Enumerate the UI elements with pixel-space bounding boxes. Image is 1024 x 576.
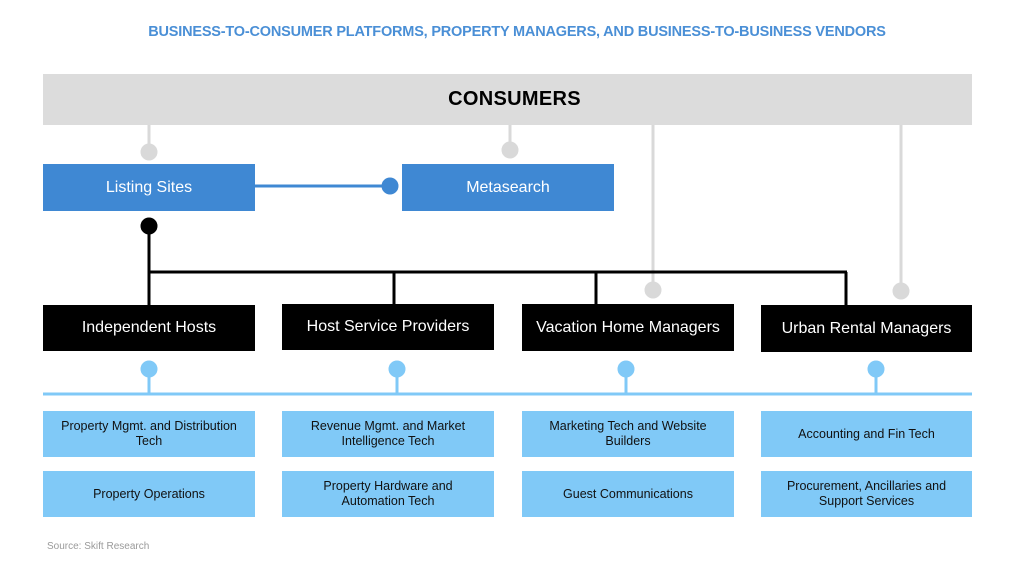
host-label: Vacation Home Managers: [536, 318, 720, 336]
vendor-box: Procurement, Ancillaries and Support Ser…: [761, 471, 972, 517]
metasearch-label: Metasearch: [466, 178, 550, 196]
connector-dot: [140, 360, 158, 378]
vendor-box: Revenue Mgmt. and Market Intelligence Te…: [282, 411, 494, 457]
vendor-box: Property Mgmt. and Distribution Tech: [43, 411, 255, 457]
vendor-label: Revenue Mgmt. and Market Intelligence Te…: [310, 419, 466, 448]
consumers-bar: CONSUMERS: [43, 74, 972, 125]
connector-dot: [617, 360, 635, 378]
vendor-label: Property Operations: [93, 486, 205, 501]
host-label: Independent Hosts: [81, 319, 217, 336]
vendor-box: Property Operations: [43, 471, 255, 517]
vendor-label: Guest Communications: [563, 486, 693, 501]
connector-dot: [644, 281, 662, 299]
vendor-label: Marketing Tech and Website Builders: [549, 419, 707, 448]
diagram-title: BUSINESS-TO-CONSUMER PLATFORMS, PROPERTY…: [148, 24, 886, 40]
listing-hosts-connector: [140, 217, 848, 305]
connector-dot: [140, 143, 158, 161]
host-label: Urban Rental Managers: [781, 319, 952, 337]
connector-dot: [501, 141, 519, 159]
connector-dot: [892, 282, 910, 300]
vendor-box: Accounting and Fin Tech: [761, 411, 972, 457]
urban-rental-managers-box: Urban Rental Managers: [761, 305, 972, 352]
vendor-box: Property Hardware and Automation Tech: [282, 471, 494, 517]
vacation-home-managers-box: Vacation Home Managers: [522, 304, 734, 351]
metasearch-box: Metasearch: [402, 164, 614, 211]
vendor-box: Marketing Tech and Website Builders: [522, 411, 734, 457]
vendor-connectors: [43, 360, 972, 396]
connector-dot: [867, 360, 885, 378]
vendor-label: Procurement, Ancillaries and Support Ser…: [786, 479, 947, 508]
host-label: Host Service Providers: [306, 318, 470, 335]
connector-dot: [381, 177, 399, 195]
listing-sites-box: Listing Sites: [43, 164, 255, 211]
host-service-providers-box: Host Service Providers: [282, 304, 494, 350]
listing-metasearch-connector: [255, 177, 399, 195]
vendor-label: Property Hardware and Automation Tech: [323, 479, 453, 508]
vendor-label: Property Mgmt. and Distribution Tech: [61, 419, 237, 448]
vendor-label: Accounting and Fin Tech: [798, 426, 935, 441]
listing-sites-label: Listing Sites: [105, 178, 193, 196]
independent-hosts-box: Independent Hosts: [43, 305, 255, 351]
vendor-box: Guest Communications: [522, 471, 734, 517]
connector-dot: [388, 360, 406, 378]
consumers-label: CONSUMERS: [448, 88, 581, 110]
source-note: Source: Skift Research: [47, 541, 150, 552]
